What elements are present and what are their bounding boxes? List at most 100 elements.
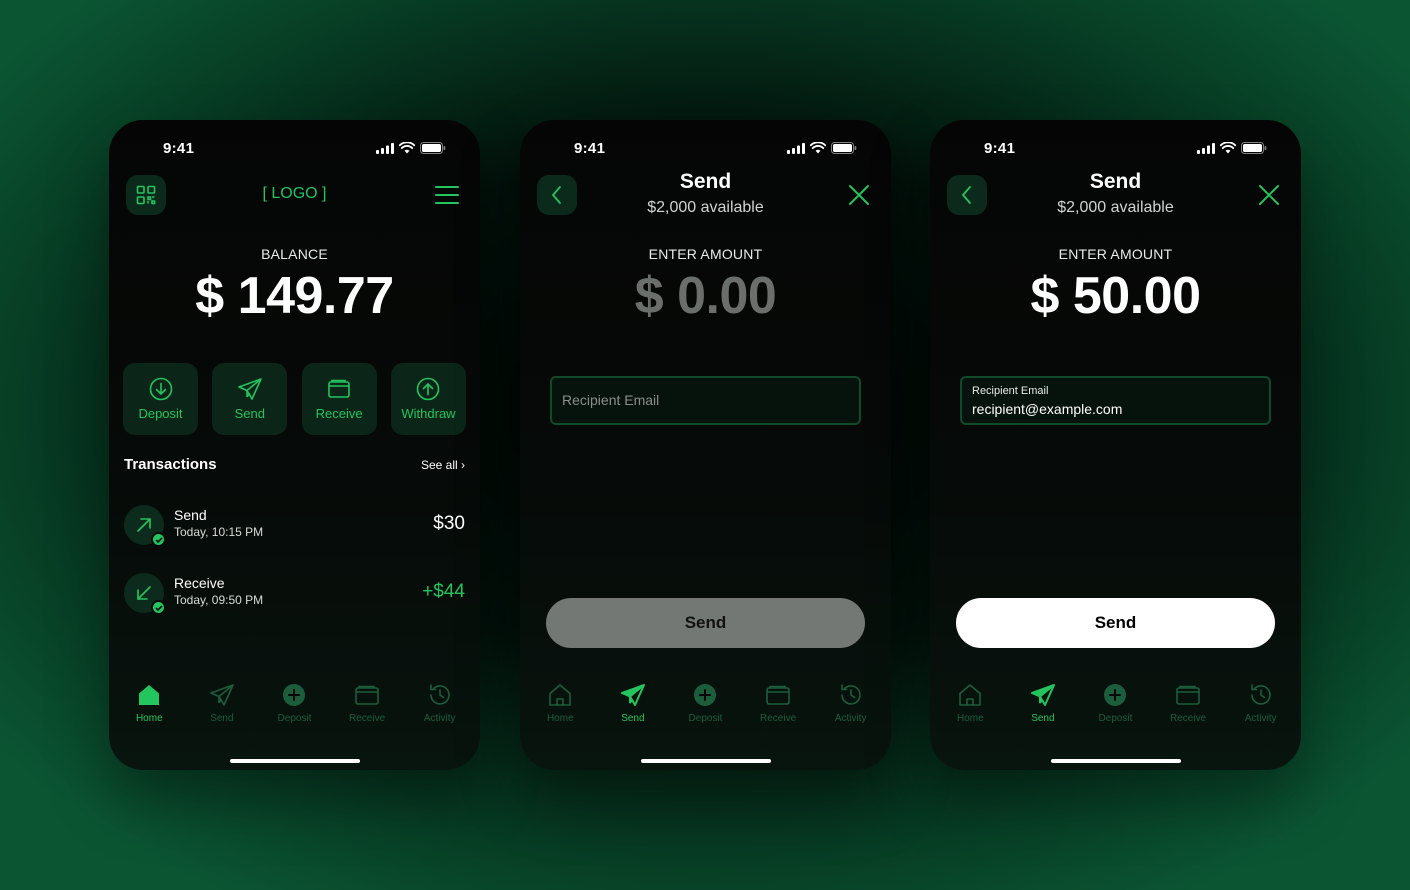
wifi-icon [1220,142,1236,154]
available-balance: $2,000 available [1057,199,1174,216]
tab-label: Activity [834,713,867,724]
send-button[interactable]: Send [956,598,1275,648]
transaction-row[interactable]: Receive Today, 09:50 PM +$44 [124,573,465,617]
tab-label: Receive [760,713,797,724]
balance-amount: $ 149.77 [195,267,394,325]
transaction-amount: $30 [433,513,465,534]
close-icon[interactable] [847,183,871,207]
transaction-time: Today, 09:50 PM [174,593,264,607]
amount-display[interactable]: $ 0.00 [520,266,891,326]
send-action-button[interactable]: Send [212,363,288,435]
transaction-amount: +$44 [422,581,465,602]
deposit-action-label: Deposit [138,406,183,421]
close-icon[interactable] [1257,183,1281,207]
wallet-icon [355,685,379,705]
amount-display[interactable]: $ 50.00 [930,266,1301,326]
paper-plane-icon [620,684,645,706]
paper-plane-icon [238,378,262,400]
recipient-email-field[interactable]: Recipient Email recipient@example.com [960,376,1271,425]
wallet-icon [1176,685,1200,705]
recipient-email-field[interactable]: Recipient Email [550,376,861,425]
home-icon [549,684,572,706]
tab-deposit[interactable]: Deposit [261,682,327,732]
tab-send[interactable]: Send [189,682,255,732]
tab-home[interactable]: Home [116,682,182,732]
arrow-up-circle-icon [417,377,440,401]
tab-home[interactable]: Home [527,682,593,732]
receive-action-label: Receive [315,406,363,421]
tab-label: Deposit [1098,713,1133,724]
home-indicator [640,759,771,763]
logo: [ LOGO ] [262,185,327,202]
page-title: Send [679,170,732,193]
plus-circle-icon [283,684,306,706]
arrow-down-left-icon [137,586,151,600]
enter-amount-label: ENTER AMOUNT [1058,246,1173,262]
home-screen: 9:41 [ LOGO ] BALANCE $ 149.77 Deposit S… [109,120,480,770]
tab-deposit[interactable]: Deposit [672,682,738,732]
signal-icon [1197,142,1215,154]
status-time: 9:41 [574,140,606,157]
tab-activity[interactable]: Activity [818,682,884,732]
home-icon [959,684,982,706]
tab-deposit[interactable]: Deposit [1082,682,1148,732]
tab-activity[interactable]: Activity [407,682,473,732]
enter-amount-label: ENTER AMOUNT [648,246,763,262]
tab-label: Activity [1244,713,1277,724]
check-badge-icon [151,532,166,547]
tab-label: Receive [1170,713,1207,724]
history-icon [840,684,861,705]
wallet-icon [328,379,350,398]
send-button[interactable]: Send [546,598,865,648]
tab-send[interactable]: Send [600,682,666,732]
paper-plane-icon [1030,684,1055,706]
send-screen-filled: 9:41 Send $2,000 available ENTER AMOUNT … [930,120,1301,770]
tab-label: Deposit [277,713,312,724]
tab-home[interactable]: Home [937,682,1003,732]
tab-label: Send [1031,713,1055,724]
tab-label: Home [546,713,574,724]
transactions-title: Transactions [124,456,217,473]
tab-receive[interactable]: Receive [334,682,400,732]
deposit-action-button[interactable]: Deposit [123,363,198,435]
home-indicator [1050,759,1181,763]
paper-plane-icon [210,684,234,706]
recipient-email-placeholder: Recipient Email [562,392,660,408]
tab-label: Send [210,713,234,724]
signal-icon [787,142,805,154]
wallet-icon [766,685,790,705]
tab-label: Receive [349,713,386,724]
tab-bar: Home Send Deposit Receive Activity [520,682,891,732]
see-all-link[interactable]: See all › [421,458,465,472]
tab-receive[interactable]: Receive [1155,682,1221,732]
quick-actions: Deposit Send Receive Withdraw [123,363,466,435]
tab-receive[interactable]: Receive [745,682,811,732]
withdraw-action-button[interactable]: Withdraw [390,363,466,435]
check-badge-icon [151,600,166,615]
status-bar: 9:41 [520,120,891,176]
home-icon [139,685,160,705]
arrow-down-circle-icon [149,377,172,401]
status-icons [787,142,857,154]
send-action-label: Send [234,406,266,421]
withdraw-action-label: Withdraw [401,406,456,421]
hamburger-menu-icon[interactable] [434,183,460,207]
tab-bar: Home Send Deposit Receive Activity [109,682,480,732]
recipient-email-value[interactable]: recipient@example.com [972,401,1122,417]
page-title: Send [1089,170,1142,193]
signal-icon [376,142,394,154]
history-icon [1250,684,1271,705]
receive-action-button[interactable]: Receive [301,363,377,435]
transaction-time: Today, 10:15 PM [174,525,264,539]
status-time: 9:41 [163,140,195,157]
tab-label: Deposit [688,713,723,724]
status-bar: 9:41 [109,120,480,176]
tab-label: Send [621,713,645,724]
transaction-row[interactable]: Send Today, 10:15 PM $30 [124,505,465,549]
tab-send[interactable]: Send [1010,682,1076,732]
status-icons [376,142,446,154]
battery-icon [831,142,857,154]
tab-activity[interactable]: Activity [1228,682,1294,732]
battery-icon [420,142,446,154]
plus-circle-icon [694,684,717,706]
